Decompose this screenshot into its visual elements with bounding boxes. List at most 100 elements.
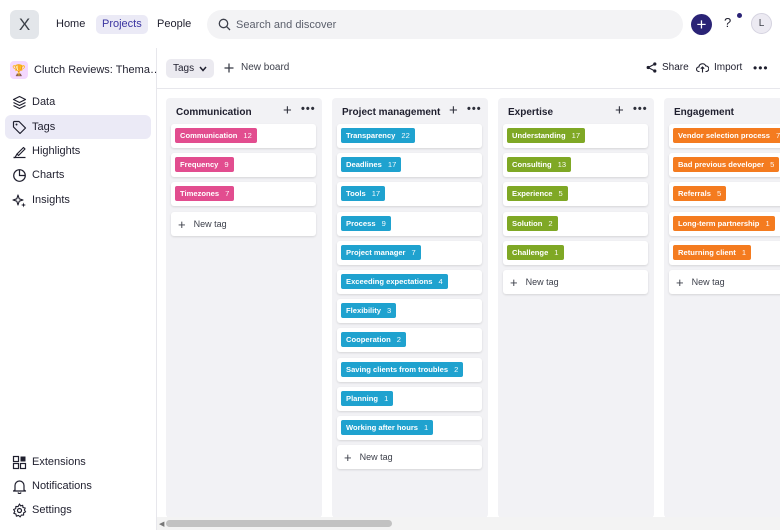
sidebar-item-data[interactable]: Data — [5, 90, 151, 114]
tag-chip[interactable]: Understanding 17 — [507, 128, 586, 143]
tag-card[interactable]: Communication 12 — [171, 124, 316, 148]
tag-name: Deadlines — [346, 160, 382, 169]
tag-chip[interactable]: Cooperation 2 — [341, 332, 406, 347]
notification-dot — [737, 13, 742, 18]
tag-name: Experience — [512, 189, 553, 198]
tag-card[interactable]: Vendor selection process 7 — [669, 124, 780, 148]
tag-chip[interactable]: Timezones 7 — [175, 186, 235, 201]
share-button[interactable]: Share — [646, 62, 689, 73]
tag-chip[interactable]: Project manager 7 — [341, 245, 421, 260]
add-tag-icon[interactable]: + — [449, 102, 458, 119]
tag-name: Frequency — [180, 160, 219, 169]
add-button[interactable]: + — [691, 14, 712, 35]
sidebar-item-extensions[interactable]: Extensions — [5, 450, 151, 474]
app-logo[interactable]: X — [10, 10, 39, 39]
tag-chip[interactable]: Exceeding expectations 4 — [341, 274, 448, 289]
tag-count: 22 — [401, 131, 410, 140]
tag-name: Flexibility — [346, 306, 382, 315]
tag-chip[interactable]: Challenge 1 — [507, 245, 564, 260]
tag-card[interactable]: Cooperation 2 — [337, 328, 482, 352]
column-more-icon[interactable]: ••• — [633, 103, 648, 115]
tag-card[interactable]: Tools 17 — [337, 182, 482, 206]
tag-name: Exceeding expectations — [346, 277, 433, 286]
tag-card[interactable]: Bad previous developer 5 — [669, 153, 780, 177]
tag-chip[interactable]: Long-term partnership 1 — [673, 216, 775, 231]
tag-card[interactable]: Solution 2 — [503, 212, 648, 236]
sidebar-item-highlights[interactable]: Highlights — [5, 139, 151, 163]
search-bar[interactable] — [207, 10, 683, 39]
tag-card[interactable]: Referrals 5 — [669, 182, 780, 206]
sidebar-item-tags[interactable]: Tags — [5, 115, 151, 139]
tag-card[interactable]: Challenge 1 — [503, 241, 648, 265]
tag-card[interactable]: Project manager 7 — [337, 241, 482, 265]
more-options-icon[interactable]: ••• — [753, 61, 769, 75]
column-title: Project management — [342, 107, 441, 118]
tag-card[interactable]: Returning client 1 — [669, 241, 780, 265]
tag-chip[interactable]: Bad previous developer 5 — [673, 157, 780, 172]
tag-card[interactable]: Process 9 — [337, 212, 482, 236]
sidebar-item-insights[interactable]: Insights — [5, 188, 151, 212]
tag-chip[interactable]: Deadlines 17 — [341, 157, 402, 172]
tag-chip[interactable]: Transparency 22 — [341, 128, 415, 143]
tag-card[interactable]: Transparency 22 — [337, 124, 482, 148]
tag-card[interactable]: Saving clients from troubles 2 — [337, 358, 482, 382]
tag-card[interactable]: Working after hours 1 — [337, 416, 482, 440]
tag-chip[interactable]: Tools 17 — [341, 186, 386, 201]
tag-chip[interactable]: Vendor selection process 7 — [673, 128, 780, 143]
sidebar-item-charts[interactable]: Charts — [5, 163, 151, 187]
tag-card[interactable]: Long-term partnership 1 — [669, 212, 780, 236]
tag-chip[interactable]: Saving clients from troubles 2 — [341, 362, 464, 377]
tag-chip[interactable]: Process 9 — [341, 216, 391, 231]
tag-chip[interactable]: Planning 1 — [341, 391, 394, 406]
tag-chip[interactable]: Referrals 5 — [673, 186, 727, 201]
add-tag-icon[interactable]: + — [283, 102, 292, 119]
bell-icon — [12, 479, 27, 494]
tag-card[interactable]: Consulting 13 — [503, 153, 648, 177]
tag-icon — [12, 120, 27, 134]
scroll-left-arrow-icon[interactable]: ◀ — [159, 520, 164, 528]
tag-chip[interactable]: Flexibility 3 — [341, 303, 397, 318]
view-select[interactable]: Tags — [166, 59, 215, 78]
tag-card[interactable]: Exceeding expectations 4 — [337, 270, 482, 294]
tag-chip[interactable]: Working after hours 1 — [341, 420, 434, 435]
tag-card[interactable]: Frequency 9 — [171, 153, 316, 177]
new-board-button[interactable]: New board — [224, 62, 289, 73]
new-tag-button[interactable]: + New tag — [171, 212, 316, 236]
sidebar-item-label: Insights — [32, 194, 70, 206]
sidebar-item-notifications[interactable]: Notifications — [5, 474, 151, 498]
tag-name: Bad previous developer — [678, 160, 765, 169]
tag-chip[interactable]: Frequency 9 — [175, 157, 234, 172]
nav-people[interactable]: People — [151, 15, 197, 34]
avatar[interactable]: L — [751, 13, 772, 34]
add-tag-icon[interactable]: + — [615, 102, 624, 119]
sidebar-item-label: Tags — [32, 121, 56, 133]
column-more-icon[interactable]: ••• — [467, 103, 482, 115]
tag-card[interactable]: Planning 1 — [337, 387, 482, 411]
tag-chip[interactable]: Consulting 13 — [507, 157, 572, 172]
horizontal-scrollbar[interactable]: ◀ — [157, 517, 780, 530]
tag-chip[interactable]: Experience 5 — [507, 186, 568, 201]
help-icon[interactable]: ? — [724, 15, 731, 30]
scrollbar-thumb[interactable] — [166, 520, 392, 527]
tag-card[interactable]: Experience 5 — [503, 182, 648, 206]
sidebar-item-settings[interactable]: Settings — [5, 498, 151, 522]
column-more-icon[interactable]: ••• — [301, 103, 316, 115]
sidebar: 🏆 Clutch Reviews: Thema… Data Tags Highl… — [0, 48, 161, 530]
tag-chip[interactable]: Returning client 1 — [673, 245, 752, 260]
new-tag-button[interactable]: + New tag — [337, 445, 482, 469]
tag-chip[interactable]: Communication 12 — [175, 128, 257, 143]
search-input[interactable] — [236, 10, 666, 39]
tag-count: 17 — [371, 189, 381, 198]
tag-name: Consulting — [512, 160, 552, 169]
tag-card[interactable]: Deadlines 17 — [337, 153, 482, 177]
import-button[interactable]: Import — [696, 62, 742, 73]
tag-chip[interactable]: Solution 2 — [507, 216, 558, 231]
nav-home[interactable]: Home — [50, 15, 91, 34]
tag-card[interactable]: Timezones 7 — [171, 182, 316, 206]
tag-card[interactable]: Understanding 17 — [503, 124, 648, 148]
project-selector[interactable]: 🏆 Clutch Reviews: Thema… — [10, 60, 161, 80]
new-tag-button[interactable]: + New tag — [503, 270, 648, 294]
tag-card[interactable]: Flexibility 3 — [337, 299, 482, 323]
new-tag-button[interactable]: + New tag — [669, 270, 780, 294]
nav-projects[interactable]: Projects — [96, 15, 148, 34]
